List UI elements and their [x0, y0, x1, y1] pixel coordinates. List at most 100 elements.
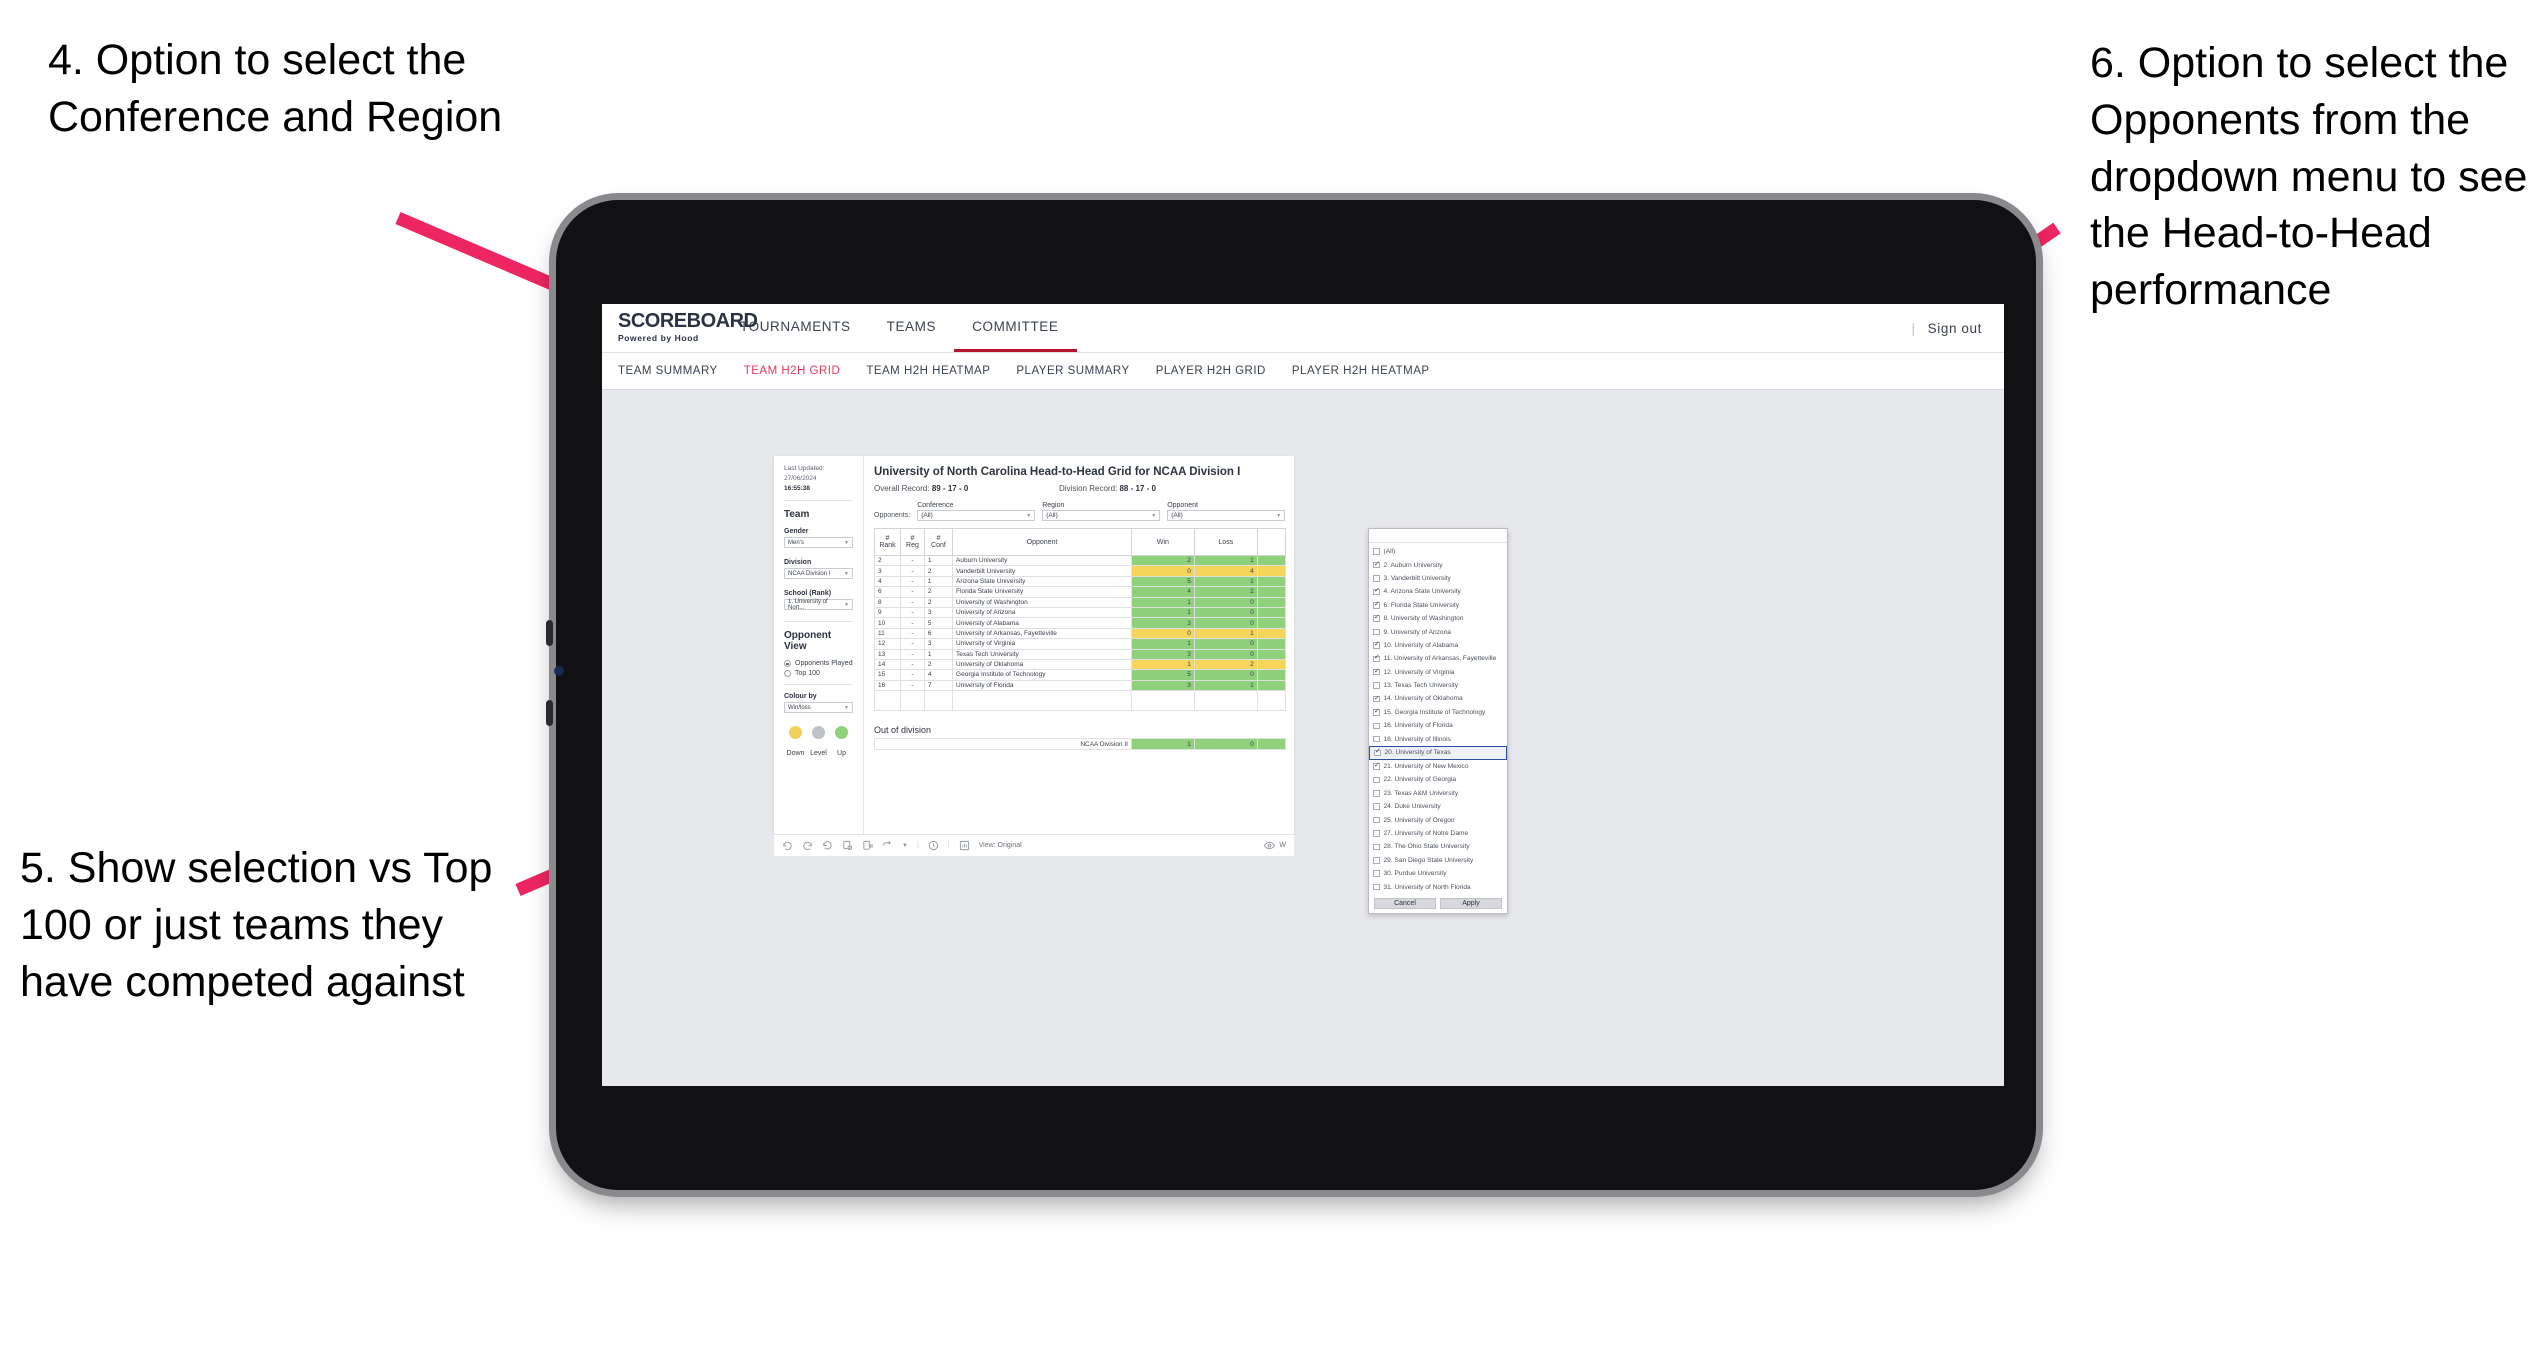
checkbox-icon[interactable] — [1373, 790, 1380, 797]
table-row[interactable]: 15-4 Georgia Institute of Technology 5 0 — [873, 669, 1287, 681]
dropdown-item[interactable]: (All) — [1369, 545, 1507, 558]
table-row[interactable]: 16-7 University of Florida 3 1 — [873, 679, 1287, 692]
dropdown-item[interactable]: 18. University of Illinois — [1369, 732, 1507, 745]
dropdown-item[interactable]: 25. University of Oregon — [1369, 813, 1507, 826]
table-row[interactable]: 8-2 University of Washington 1 0 — [873, 596, 1287, 608]
dropdown-item[interactable]: 3. Vanderbilt University — [1369, 572, 1507, 585]
checkbox-icon[interactable] — [1373, 776, 1380, 784]
chevron-down-icon[interactable]: ▼ — [902, 843, 908, 849]
checkbox-icon[interactable] — [1373, 870, 1380, 877]
col-opponent[interactable]: Opponent — [952, 528, 1132, 556]
dropdown-item[interactable]: 6. Florida State University — [1369, 599, 1507, 612]
dropdown-item[interactable]: 22. University of Georgia — [1369, 773, 1507, 786]
checkbox-checked-icon[interactable] — [1373, 695, 1380, 703]
dropdown-item[interactable]: 9. University of Arizona — [1369, 625, 1507, 638]
col-reg[interactable]: # Reg — [900, 528, 925, 556]
dropdown-item[interactable]: 31. University of North Florida — [1369, 880, 1507, 893]
table-row[interactable]: 9-3 University of Arizona 1 0 — [873, 606, 1287, 619]
nav-item-teams[interactable]: TEAMS — [869, 304, 955, 352]
checkbox-checked-icon[interactable] — [1373, 668, 1380, 676]
checkbox-checked-icon[interactable] — [1373, 601, 1380, 609]
checkbox-icon[interactable] — [1373, 843, 1380, 851]
tablet-button-top[interactable] — [546, 620, 553, 646]
dropdown-item[interactable]: 23. Texas A&M University — [1369, 787, 1507, 800]
signout-link[interactable]: Sign out — [1928, 321, 1982, 336]
dropdown-item[interactable]: 28. The Ohio State University — [1369, 840, 1507, 853]
dropdown-item[interactable]: 15. Georgia Institute of Technology — [1369, 706, 1507, 719]
table-row[interactable]: 4-1 Arizona State University 5 1 — [873, 575, 1287, 588]
checkbox-icon[interactable] — [1373, 735, 1380, 743]
dropdown-item[interactable]: 27. University of Notre Dame — [1369, 827, 1507, 840]
pause-refresh-icon[interactable] — [928, 840, 939, 851]
checkbox-icon[interactable] — [1373, 682, 1380, 689]
checkbox-icon[interactable] — [1373, 803, 1380, 810]
gender-select[interactable]: Men's ▼ — [784, 537, 853, 549]
table-row[interactable]: 13-1 Texas Tech University 3 0 — [873, 648, 1287, 660]
checkbox-checked-icon[interactable] — [1373, 641, 1380, 649]
eye-icon[interactable] — [1264, 840, 1276, 851]
undo-icon[interactable] — [782, 840, 793, 851]
apply-button[interactable]: Apply — [1440, 897, 1502, 909]
checkbox-checked-icon[interactable] — [1373, 654, 1380, 663]
subnav-team-h2h-heatmap[interactable]: TEAM H2H HEATMAP — [866, 365, 990, 377]
view-original-icon[interactable] — [959, 840, 970, 851]
tablet-button-bottom[interactable] — [546, 700, 553, 726]
checkbox-checked-icon[interactable] — [1373, 561, 1380, 569]
checkbox-icon[interactable] — [1373, 883, 1380, 891]
checkbox-checked-icon[interactable] — [1373, 762, 1380, 770]
col-win[interactable]: Win — [1130, 528, 1195, 556]
opponent-select[interactable]: (All) ▼ — [1167, 510, 1286, 521]
checkbox-checked-icon[interactable] — [1373, 708, 1380, 716]
dropdown-item[interactable]: 24. Duke University — [1369, 800, 1507, 813]
checkbox-checked-icon[interactable] — [1373, 587, 1380, 596]
dropdown-item[interactable]: 10. University of Alabama — [1369, 639, 1507, 652]
school-select[interactable]: 1. University of Nort... ▼ — [784, 599, 853, 611]
radio-top-100[interactable]: Top 100 — [784, 670, 853, 678]
dropdown-item[interactable]: 14. University of Oklahoma — [1369, 692, 1507, 705]
nav-item-tournaments[interactable]: TOURNAMENTS — [722, 304, 869, 352]
table-row[interactable]: 12-3 University of Virginia 1 0 — [873, 638, 1287, 650]
table-row[interactable]: 10-5 University of Alabama 3 0 — [873, 617, 1287, 629]
subnav-team-summary[interactable]: TEAM SUMMARY — [618, 365, 718, 377]
dropdown-item[interactable]: 30. Purdue University — [1369, 867, 1507, 880]
opponent-search-input[interactable] — [1369, 529, 1507, 543]
cancel-button[interactable]: Cancel — [1374, 897, 1436, 909]
checkbox-icon[interactable] — [1373, 575, 1380, 582]
view-original-label[interactable]: View: Original — [979, 842, 1022, 849]
checkbox-checked-icon[interactable] — [1373, 614, 1380, 622]
division-select[interactable]: NCAA Division I ▼ — [784, 568, 853, 580]
table-row[interactable]: NCAA Division II 1 0 — [874, 738, 1287, 751]
subnav-player-summary[interactable]: PLAYER SUMMARY — [1016, 365, 1129, 377]
dropdown-item[interactable]: 4. Arizona State University — [1369, 585, 1507, 598]
dropdown-item[interactable]: 12. University of Virginia — [1369, 666, 1507, 679]
col-rank[interactable]: # Rank — [873, 528, 902, 556]
redo-icon[interactable] — [802, 840, 813, 851]
dropdown-item[interactable]: 16. University of Florida — [1369, 719, 1507, 732]
pause-auto-update-icon[interactable] — [862, 840, 873, 851]
dropdown-item[interactable]: 29. San Diego State University — [1369, 854, 1507, 867]
watch-label[interactable]: W — [1279, 842, 1286, 849]
dropdown-item[interactable]: 8. University of Washington — [1369, 612, 1507, 625]
checkbox-icon[interactable] — [1373, 722, 1380, 730]
checkbox-icon[interactable] — [1373, 830, 1380, 837]
table-row[interactable]: 2-1 Auburn University 2 1 — [873, 554, 1287, 567]
share-icon[interactable] — [882, 840, 893, 851]
brand-logo[interactable]: SCOREBOARD Powered by Hood — [602, 304, 758, 352]
table-row[interactable]: 3-2 Vanderbilt University 0 4 — [873, 565, 1287, 577]
checkbox-checked-icon[interactable] — [1374, 748, 1381, 757]
table-row[interactable]: 14-2 University of Oklahoma 1 2 — [873, 658, 1287, 671]
radio-opponents-played[interactable]: Opponents Played — [784, 660, 853, 668]
revert-icon[interactable] — [822, 840, 833, 851]
checkbox-icon[interactable] — [1373, 816, 1380, 824]
subnav-player-h2h-heatmap[interactable]: PLAYER H2H HEATMAP — [1292, 365, 1430, 377]
checkbox-icon[interactable] — [1373, 628, 1380, 636]
colour-by-select[interactable]: Win/loss ▼ — [784, 702, 853, 714]
subnav-player-h2h-grid[interactable]: PLAYER H2H GRID — [1156, 365, 1266, 377]
dropdown-item-selected[interactable]: 20. University of Texas — [1369, 745, 1507, 760]
dropdown-item[interactable]: 21. University of New Mexico — [1369, 760, 1507, 773]
opponent-dropdown-popup[interactable]: (All) 2. Auburn University 3. Vanderbilt… — [1368, 528, 1508, 914]
table-row[interactable]: 11-6 University of Arkansas, Fayetteville… — [873, 627, 1287, 640]
conference-select[interactable]: (All) ▼ — [917, 510, 1036, 521]
checkbox-icon[interactable] — [1373, 548, 1380, 555]
checkbox-icon[interactable] — [1373, 857, 1380, 864]
